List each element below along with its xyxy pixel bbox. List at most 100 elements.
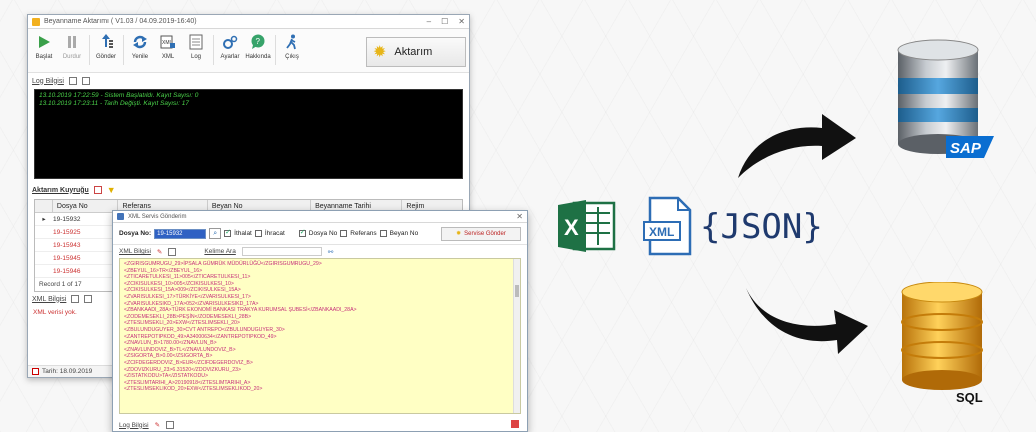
pencil-icon[interactable]: ✎ <box>155 421 160 429</box>
arrow-up-icon <box>738 114 856 178</box>
xml-icon: XML <box>159 33 177 51</box>
minimize-button[interactable]: – <box>427 17 431 26</box>
queue-header: Aktarım Kuyruğu ▼ <box>28 179 469 199</box>
log-label: Log Bilgisi <box>119 421 149 429</box>
title-bar: Beyanname Aktarımı ( V1.03 / 04.09.2019-… <box>28 15 469 29</box>
xml-line: <ZTESLIMSEKLIKOD_20>EXW</ZTESLIMSEKLIKOD… <box>124 386 263 393</box>
queue-label: Aktarım Kuyruğu <box>32 186 89 194</box>
pencil-icon[interactable]: ✎ <box>157 248 162 256</box>
xml-line: <ZCIKISULKESI_10>005</ZCIKISULKESI_10> <box>124 280 234 287</box>
maximize-button[interactable]: ☐ <box>441 17 448 26</box>
xml-toolbar: XML Bilgisi ✎ Kelime Ara ⚯ <box>113 245 527 258</box>
xml-content[interactable]: <ZGIRISGUMRUGU_29>İPSALA GÜMRÜK MÜDÜRLÜĞ… <box>119 258 521 414</box>
app-icon <box>117 213 124 220</box>
app-icon <box>32 17 40 26</box>
dosya-no-checkbox[interactable] <box>298 228 306 237</box>
servis-gonder-button[interactable]: ✹ Servise Gönder <box>441 226 521 241</box>
start-button[interactable]: Başlat <box>31 33 57 60</box>
aktarim-button[interactable]: ✹ Aktarım <box>366 37 466 67</box>
xml-service-window: XML Servis Gönderim ✕ Dosya No: 19-15932… <box>112 210 528 432</box>
xml-line: <ZANTREPOTIPKOD_49>A34000634</ZANTREPOTI… <box>124 333 277 340</box>
log-line: 13.10.2019 17:23:11 - Tarih Değişti. Kay… <box>39 100 189 107</box>
grid-icon[interactable] <box>93 186 102 194</box>
log-button[interactable]: Log <box>183 33 209 60</box>
log-line: 13.10.2019 17:22:59 - Sistem Başlatıldı.… <box>39 92 199 99</box>
print-icon[interactable] <box>168 247 177 256</box>
log-section-header: Log Bilgisi <box>28 73 469 89</box>
close-button[interactable]: ✕ <box>458 17 465 26</box>
col-dosya-no[interactable]: Dosya No <box>53 200 119 212</box>
xml-line: <ZBEYUL_16>TR</ZBEYUL_16> <box>124 267 203 274</box>
excel-icon: X <box>556 197 618 255</box>
xml-line: <ZBULUNDUGUYER_30>CVT ANTREPO</ZBULUNDUG… <box>124 326 285 333</box>
pause-icon <box>63 33 81 51</box>
xml-info-text: XML verisi yok. <box>33 309 77 316</box>
xml-info-label: XML Bilgisi <box>32 295 67 303</box>
ithalat-checkbox[interactable] <box>224 228 232 237</box>
referans-checkbox[interactable] <box>340 230 348 237</box>
window-title: Beyanname Aktarımı ( V1.03 / 04.09.2019-… <box>44 18 197 25</box>
ihracat-checkbox[interactable] <box>254 230 262 237</box>
settings-icon <box>221 33 239 51</box>
dosya-label: Dosya No: <box>119 230 152 237</box>
svg-text:SAP: SAP <box>950 140 982 157</box>
xml-line: <ZSIGORTA_B>0.00</ZSIGORTA_B> <box>124 353 213 360</box>
refresh-icon <box>131 33 149 51</box>
exit-icon <box>283 33 301 51</box>
calendar-icon <box>32 368 39 375</box>
xml-info-panel: XML Bilgisi XML verisi yok. <box>28 291 123 318</box>
upload-icon <box>97 33 115 51</box>
log-icon <box>187 33 205 51</box>
stop-button[interactable]: Durdur <box>59 33 85 60</box>
xml-line: <ZODEMESEKLI_28B>PEŞİN</ZODEMESEKLI_28B> <box>124 313 252 320</box>
search-icon[interactable]: ⌕ <box>209 228 222 239</box>
print-icon[interactable] <box>166 421 175 429</box>
xml-line: <ZNAVLUN_B>1780.00</ZNAVLUN_B> <box>124 340 217 347</box>
binoculars-icon[interactable]: ⚯ <box>328 248 333 256</box>
svg-text:X: X <box>564 215 579 240</box>
scrollbar[interactable] <box>513 259 520 413</box>
sql-database-icon <box>901 282 983 390</box>
arrow-down-icon <box>746 288 868 354</box>
settings-button[interactable]: Ayarlar <box>217 33 243 60</box>
svg-text:?: ? <box>256 37 261 46</box>
json-label: {JSON} <box>700 207 823 247</box>
xml-line: <ZTESLIMSEKLI_20>EXW</ZTESLIMSEKLI_20> <box>124 320 240 327</box>
exit-button[interactable]: Çıkış <box>279 33 305 60</box>
window-title: XML Servis Gönderim <box>128 213 187 220</box>
refresh-button[interactable]: Yenile <box>127 33 153 60</box>
format-icons: X XML {JSON} <box>556 196 823 256</box>
log-console: 13.10.2019 17:22:59 - Sistem Başlatıldı.… <box>34 89 463 179</box>
print-icon[interactable] <box>81 77 90 85</box>
play-icon <box>35 33 53 51</box>
xml-line: <ZGIRISGUMRUGU_29>İPSALA GÜMRÜK MÜDÜRLÜĞ… <box>124 261 322 267</box>
sap-database-icon: SAP <box>897 39 994 158</box>
gear-icon: ✹ <box>456 231 462 237</box>
copy-icon[interactable] <box>68 77 77 85</box>
xml-line: <ZISTATKODU>TA</ZISTATKODU> <box>124 373 208 380</box>
beyan-no-checkbox[interactable] <box>379 230 387 237</box>
title-bar: XML Servis Gönderim ✕ <box>113 211 527 223</box>
print-icon[interactable] <box>84 295 93 303</box>
xml-label: XML Bilgisi <box>119 248 151 255</box>
copy-icon[interactable] <box>71 295 80 303</box>
log-section-label: Log Bilgisi <box>32 77 64 85</box>
xml-button[interactable]: XML XML <box>155 33 181 60</box>
chat-icon: ? <box>249 33 267 51</box>
about-button[interactable]: ? Hakkında <box>245 33 271 60</box>
close-button[interactable]: ✕ <box>516 212 523 221</box>
kelime-input[interactable] <box>241 247 322 256</box>
xml-file-label: XML <box>649 225 675 239</box>
dosya-input[interactable]: 19-15932 <box>154 228 207 239</box>
xml-line: <ZBANKAADI_28A>TÜRK EKONOMİ BANKASI TRAK… <box>124 307 357 314</box>
xml-line: <ZNAVLUNDOVIZ_B>TL</ZNAVLUNDOVIZ_B> <box>124 346 236 353</box>
xml-line: <ZDOVIZKURU_23>6.31520</ZDOVIZKURU_23> <box>124 366 242 373</box>
log-footer: Log Bilgisi ✎ <box>119 421 175 429</box>
send-button[interactable]: Gönder <box>93 33 119 60</box>
filter-icon[interactable]: ▼ <box>107 185 116 195</box>
stop-icon[interactable] <box>511 420 519 428</box>
kelime-label: Kelime Ara <box>204 248 236 255</box>
xml-line: <ZCIKISULKESI_15A>009</ZCIKISULKESI_15A> <box>124 287 241 294</box>
xml-line: <ZTESLIMTARIHI_A>20190918</ZTESLIMTARIHI… <box>124 379 251 386</box>
xml-line: <ZCIFDEGERDOVIZ_B>EUR</ZCIFDEGERDOVIZ_B> <box>124 359 253 366</box>
